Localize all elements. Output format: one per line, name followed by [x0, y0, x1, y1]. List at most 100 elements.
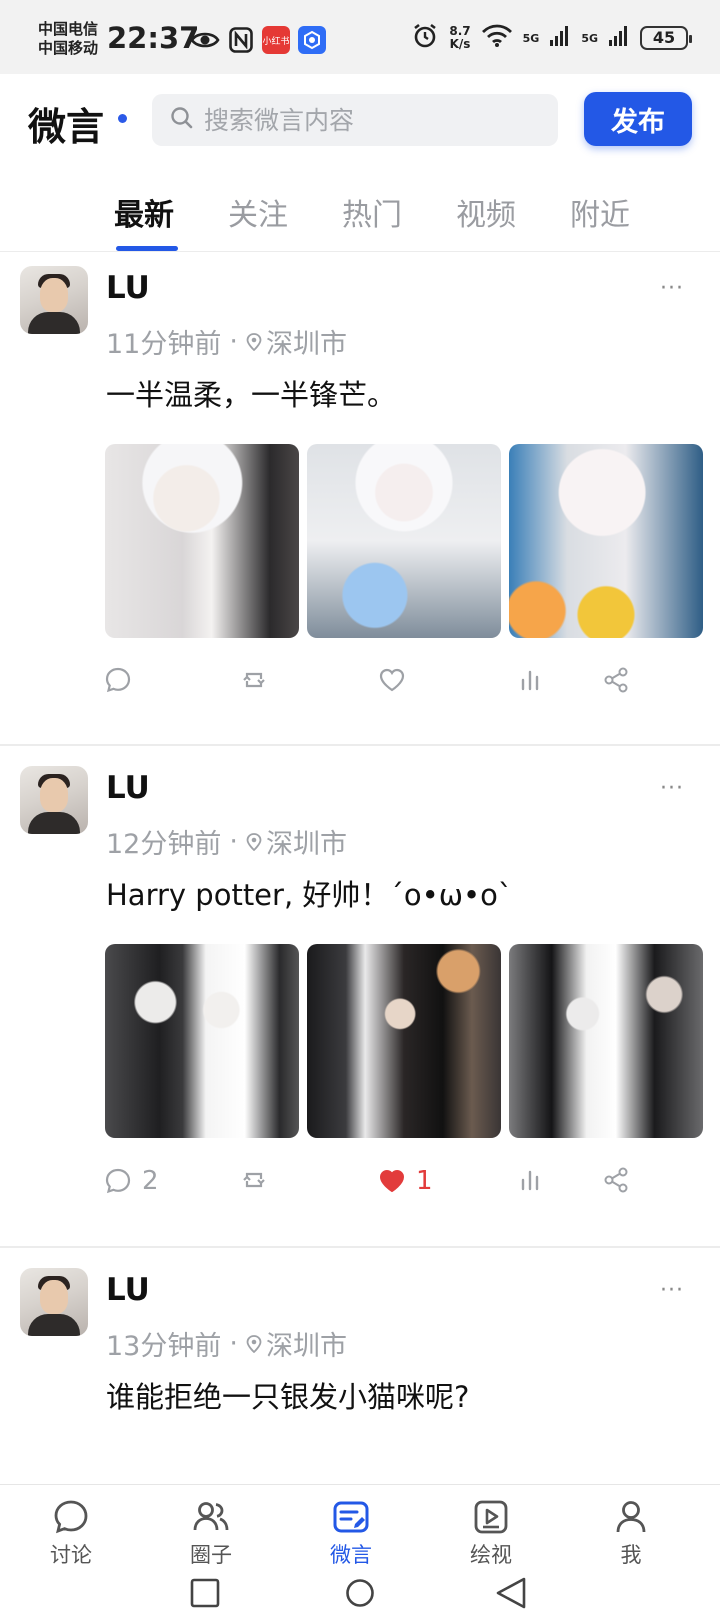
post-content: 谁能拒绝一只银发小猫咪呢?	[106, 1380, 470, 1414]
nav-item-weiyan[interactable]: 微言	[306, 1497, 396, 1569]
post-image[interactable]	[509, 444, 703, 638]
nav-label: 我	[620, 1543, 642, 1567]
post-divider	[0, 1246, 720, 1248]
post-image[interactable]	[307, 444, 501, 638]
recent-apps-button	[190, 1578, 220, 1608]
bar-chart-icon	[521, 1170, 539, 1191]
nav-label: 绘视	[470, 1543, 512, 1567]
repost-icon	[243, 672, 265, 688]
network-speed-unit: K/s	[449, 37, 471, 51]
person-icon	[616, 1501, 646, 1533]
nav-label: 微言	[330, 1543, 372, 1567]
post-actions: 2 1	[0, 1166, 720, 1206]
share-icon	[604, 1167, 628, 1193]
nav-item-huishi[interactable]: 绘视	[446, 1497, 536, 1569]
app-notification-icon	[298, 26, 326, 54]
video-icon	[474, 1500, 508, 1534]
tab-video[interactable]: 视频	[456, 190, 516, 234]
network-speed: 8.7 K/s	[449, 25, 470, 51]
post-time: 11分钟前	[106, 329, 222, 360]
share-icon	[604, 667, 628, 693]
stats-button[interactable]	[516, 1166, 544, 1194]
meta-separator: ·	[229, 1328, 238, 1359]
post-location: 深圳市	[265, 1331, 347, 1362]
post-image[interactable]	[105, 944, 299, 1138]
share-button[interactable]	[602, 666, 630, 694]
like-button[interactable]	[378, 666, 416, 694]
nav-label: 圈子	[190, 1543, 232, 1567]
search-input[interactable]	[204, 105, 544, 135]
status-system-icons: 8.7 K/s 5G 5G 45	[411, 22, 692, 54]
avatar[interactable]	[20, 266, 88, 334]
tab-hot[interactable]: 热门	[342, 190, 402, 234]
post-images	[105, 444, 703, 638]
like-count: 1	[416, 1166, 433, 1196]
bar-chart-icon	[521, 670, 539, 691]
comment-button[interactable]: 2	[104, 1166, 159, 1196]
carrier-2: 中国移动	[38, 39, 99, 57]
feed-tabs: 最新 关注 热门 视频 附近	[0, 170, 720, 252]
nav-item-discuss[interactable]: 讨论	[26, 1497, 116, 1569]
repost-button[interactable]	[240, 1166, 268, 1194]
avatar[interactable]	[20, 1268, 88, 1336]
carrier-info: 中国电信 中国移动	[38, 20, 98, 58]
signal-1-label: 5G	[522, 31, 540, 45]
comment-button[interactable]	[104, 666, 142, 694]
more-options-button[interactable]: ···	[660, 1278, 684, 1303]
people-icon	[193, 1502, 229, 1531]
signal-2-label: 5G	[581, 31, 598, 45]
tab-following[interactable]: 关注	[228, 190, 288, 234]
more-options-button[interactable]: ···	[660, 776, 684, 801]
status-notification-icons: 小红书	[190, 26, 326, 54]
nav-label: 讨论	[50, 1543, 92, 1567]
post-time: 12分钟前	[106, 829, 222, 860]
post-divider	[0, 744, 720, 746]
nav-item-me[interactable]: 我	[586, 1497, 676, 1569]
post-username[interactable]: LU	[106, 270, 150, 306]
publish-button[interactable]: 发布	[584, 92, 692, 146]
post-actions	[0, 666, 720, 706]
heart-icon	[379, 668, 405, 692]
xiaohongshu-icon: 小红书	[262, 26, 290, 54]
share-button[interactable]	[602, 1166, 630, 1194]
post-card: LU ··· 11分钟前 · 深圳市 一半温柔，一半锋芒。	[0, 252, 720, 752]
title-dot	[118, 114, 127, 123]
repost-icon	[243, 1172, 265, 1188]
post-image[interactable]	[307, 944, 501, 1138]
repost-button[interactable]	[240, 666, 268, 694]
meta-separator: ·	[229, 326, 238, 357]
status-bar: 中国电信 中国移动 22:37 小红书 8.7 K/s 5G 5G 45	[0, 0, 720, 74]
location-pin-icon	[246, 832, 262, 851]
location-pin-icon	[246, 1334, 262, 1353]
nfc-icon	[228, 26, 254, 54]
tab-latest[interactable]: 最新	[114, 190, 174, 234]
bottom-navigation: 讨论 圈子 微言 绘视 我	[0, 1484, 720, 1610]
stats-button[interactable]	[516, 666, 544, 694]
more-options-button[interactable]: ···	[660, 276, 684, 301]
avatar[interactable]	[20, 766, 88, 834]
post-username[interactable]: LU	[106, 770, 150, 806]
post-card: LU ··· 12分钟前 · 深圳市 Harry potter, 好帅！´o•ω…	[0, 752, 720, 1252]
post-feed[interactable]: LU ··· 11分钟前 · 深圳市 一半温柔，一半锋芒。 LU ··· 12分…	[0, 252, 720, 1484]
battery-indicator: 45	[640, 26, 692, 50]
status-time: 22:37	[107, 21, 200, 55]
post-meta: 11分钟前 · 深圳市	[106, 322, 347, 361]
post-image[interactable]	[509, 944, 703, 1138]
meta-separator: ·	[229, 826, 238, 857]
home-button	[346, 1579, 374, 1607]
post-content: 一半温柔，一半锋芒。	[106, 378, 397, 412]
post-location: 深圳市	[265, 829, 347, 860]
back-button	[496, 1577, 526, 1609]
carrier-1: 中国电信	[38, 20, 99, 38]
nav-item-circle[interactable]: 圈子	[166, 1497, 256, 1569]
like-button[interactable]: 1	[378, 1166, 433, 1196]
wifi-icon	[481, 24, 513, 52]
post-meta: 13分钟前 · 深圳市	[106, 1324, 347, 1363]
heart-filled-icon	[379, 1169, 405, 1193]
post-username[interactable]: LU	[106, 1272, 150, 1308]
post-image[interactable]	[105, 444, 299, 638]
weiyan-icon	[333, 1501, 369, 1533]
search-bar[interactable]	[152, 94, 558, 146]
search-icon	[170, 106, 194, 134]
tab-nearby[interactable]: 附近	[570, 190, 630, 234]
